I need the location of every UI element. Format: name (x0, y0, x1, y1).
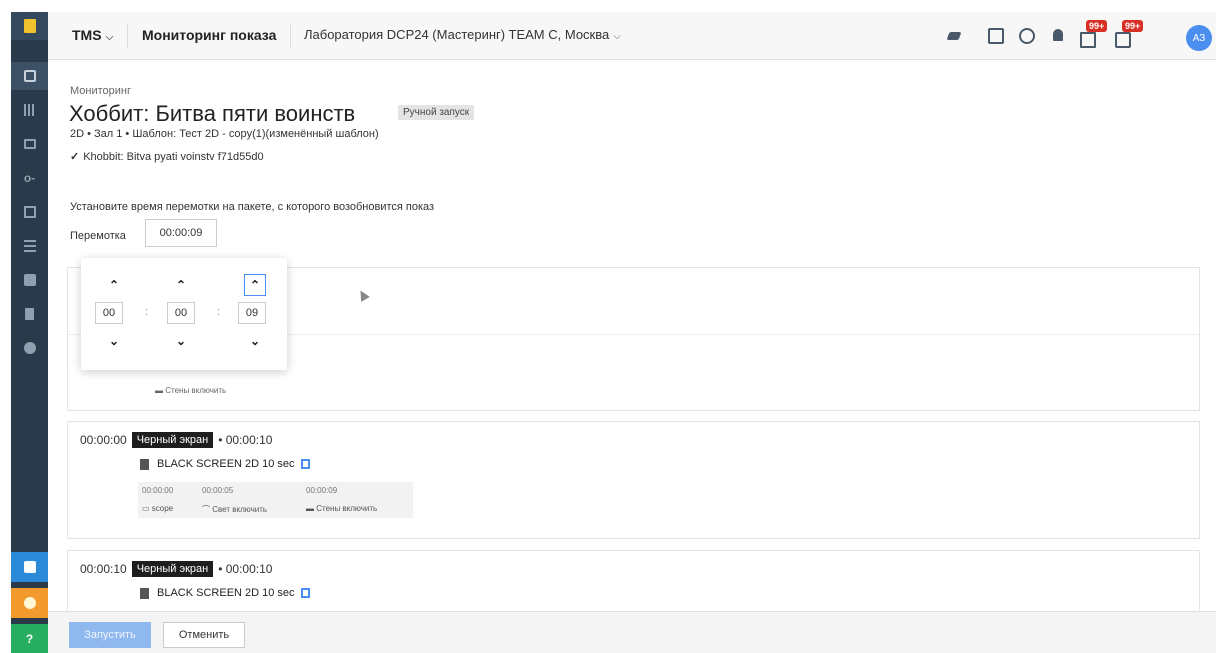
cue-light-on: ⌒ Свет включить (202, 504, 267, 515)
file-icon (140, 587, 149, 599)
divider (290, 24, 291, 48)
chevron-down-icon: ⌵ (105, 32, 114, 43)
help-icon[interactable]: ? (11, 624, 48, 653)
show-details: 2D • Зал 1 • Шаблон: Тест 2D - copy(1)(и… (70, 128, 379, 140)
app-name: TMS (72, 27, 102, 43)
gear-icon[interactable] (11, 334, 48, 362)
logo-icon[interactable] (11, 12, 48, 40)
time-separator: : (145, 306, 149, 318)
cue-label: Стены включить (165, 386, 227, 395)
cue-label: Стены включить (316, 504, 378, 513)
seconds-up-button[interactable]: ⌃ (244, 274, 266, 296)
book-icon[interactable] (11, 300, 48, 328)
top-gap (0, 0, 1216, 12)
section-title: Мониторинг показа (142, 27, 277, 43)
file-name: BLACK SCREEN 2D 10 sec (157, 458, 295, 470)
cue-walls-on: ▬ Стены включить (155, 386, 226, 395)
hours-up-button[interactable]: ⌃ (103, 274, 125, 296)
check-icon: ✓ (70, 151, 80, 163)
segment-duration: • 00:00:10 (218, 433, 273, 447)
hours-field[interactable]: 00 (95, 302, 123, 324)
cue-list: 00:00:00 00:00:05 00:00:09 ▭ scope ⌒ Све… (138, 482, 413, 518)
cue-label: Свет включить (212, 505, 268, 514)
start-button[interactable]: Запустить (69, 622, 151, 648)
cue-time: 00:00:05 (202, 486, 234, 495)
package-name: Khobbit: Bitva pyati voinstv f71d55d0 (83, 151, 264, 163)
chat-icon[interactable] (11, 552, 48, 582)
segment-header: 00:00:10 Черный экран • 00:00:10 (80, 561, 272, 577)
package-line: ✓ Khobbit: Bitva pyati voinstv f71d55d0 (70, 150, 264, 163)
cue-time: 00:00:09 (306, 486, 338, 495)
avatar[interactable]: АЗ (1186, 25, 1212, 51)
hours-down-button[interactable]: ⌄ (103, 330, 125, 352)
cue-label: scope (151, 504, 174, 513)
copy-icon[interactable] (300, 588, 310, 598)
chevron-down-icon: ⌵ (613, 31, 621, 42)
segment-duration: • 00:00:10 (218, 562, 273, 576)
segment-file: BLACK SCREEN 2D 10 sec (140, 587, 310, 599)
copy-icon[interactable] (300, 459, 310, 469)
film-icon[interactable] (11, 96, 48, 124)
minutes-down-button[interactable]: ⌄ (170, 330, 192, 352)
footer-bar: Запустить Отменить (48, 611, 1216, 653)
file-name: BLACK SCREEN 2D 10 sec (157, 587, 295, 599)
chat-bubble-icon[interactable] (1115, 32, 1131, 48)
location-label: Лаборатория DCP24 (Мастеринг) TEAM C, Мо… (304, 27, 610, 42)
segment-start: 00:00:00 (80, 433, 127, 447)
seconds-field[interactable]: 09 (238, 302, 266, 324)
bell-icon[interactable] (1050, 28, 1066, 44)
segment-tag: Черный экран (131, 432, 214, 448)
file-icon (140, 458, 149, 470)
history-icon[interactable] (1019, 28, 1035, 44)
cue-walls-on: ▬ Стены включить (306, 504, 377, 513)
segment-card: 00:00:00 Черный экран • 00:00:10 BLACK S… (67, 421, 1200, 539)
list-icon[interactable] (11, 232, 48, 260)
tablet-icon[interactable] (988, 28, 1004, 44)
cue-scope: ▭ scope (142, 504, 173, 513)
chat-badge: 99+ (1122, 20, 1144, 32)
briefcase-icon[interactable] (11, 266, 48, 294)
minutes-up-button[interactable]: ⌃ (170, 274, 192, 296)
sidebar: o- ? (11, 12, 48, 653)
light-icon: ⌒ (202, 505, 213, 514)
time-picker-popup: ⌃ ⌃ ⌃ 00 : 00 : 09 ⌄ ⌄ ⌄ (81, 258, 287, 370)
folder-icon[interactable] (11, 130, 48, 158)
segment-start: 00:00:10 (80, 562, 127, 576)
bulb-icon[interactable] (11, 588, 48, 618)
seconds-down-button[interactable]: ⌄ (244, 330, 266, 352)
time-separator: : (217, 306, 221, 318)
bird-icon[interactable] (946, 28, 962, 44)
rewind-time-input[interactable]: 00:00:09 (145, 219, 217, 247)
mode-tag: Ручной запуск (398, 105, 475, 120)
page-title: Хоббит: Битва пяти воинств (69, 101, 356, 126)
segment-file: BLACK SCREEN 2D 10 sec (140, 458, 310, 470)
scope-icon: ▭ (142, 504, 152, 513)
instruction-text: Установите время перемотки на пакете, с … (70, 201, 435, 213)
app-switcher[interactable]: TMS ⌵ (72, 27, 113, 43)
walls-icon: ▬ (155, 386, 166, 395)
cancel-button[interactable]: Отменить (163, 622, 245, 648)
cue-time: 00:00:00 (142, 486, 174, 495)
location-select[interactable]: Лаборатория DCP24 (Мастеринг) TEAM C, Мо… (304, 27, 621, 42)
segment-tag: Черный экран (131, 561, 214, 577)
rewind-label: Перемотка (70, 230, 126, 242)
top-bar: TMS ⌵ Мониторинг показа Лаборатория DCP24… (48, 12, 1216, 60)
calendar-icon[interactable] (11, 198, 48, 226)
breadcrumb[interactable]: Мониторинг (70, 85, 131, 97)
minutes-field[interactable]: 00 (167, 302, 195, 324)
divider (127, 24, 128, 48)
docs-badge: 99+ (1086, 20, 1108, 32)
key-icon[interactable]: o- (11, 164, 48, 192)
walls-icon: ▬ (306, 504, 317, 513)
segment-header: 00:00:00 Черный экран • 00:00:10 (80, 432, 272, 448)
play-icon[interactable] (11, 62, 48, 90)
doc-icon[interactable] (1080, 32, 1096, 48)
